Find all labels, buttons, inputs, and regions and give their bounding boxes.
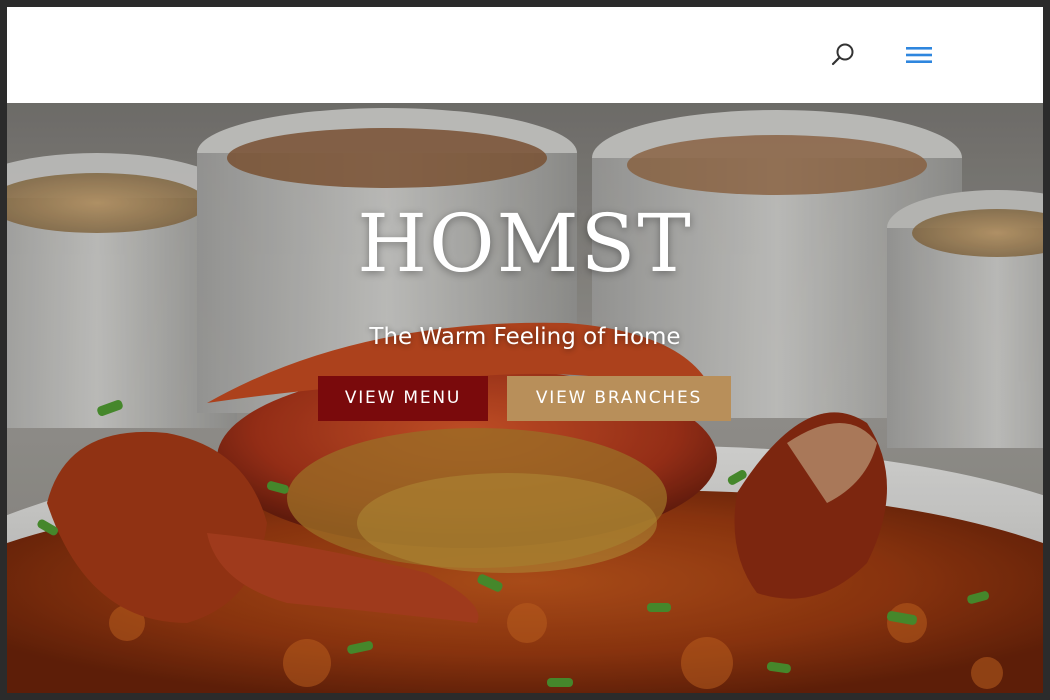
- site-header: [7, 7, 1043, 103]
- view-branches-button[interactable]: VIEW BRANCHES: [507, 376, 731, 421]
- hero-subtitle: The Warm Feeling of Home: [369, 324, 681, 350]
- hero-title: HOMST: [357, 197, 693, 290]
- search-button[interactable]: [829, 41, 857, 69]
- browser-viewport: HOMST The Warm Feeling of Home VIEW MENU…: [7, 7, 1043, 693]
- hamburger-menu-button[interactable]: [903, 41, 935, 69]
- hamburger-menu-icon: [906, 47, 932, 63]
- view-menu-button[interactable]: VIEW MENU: [318, 376, 488, 421]
- hero-section: HOMST The Warm Feeling of Home VIEW MENU…: [7, 103, 1043, 693]
- search-icon: [831, 43, 854, 66]
